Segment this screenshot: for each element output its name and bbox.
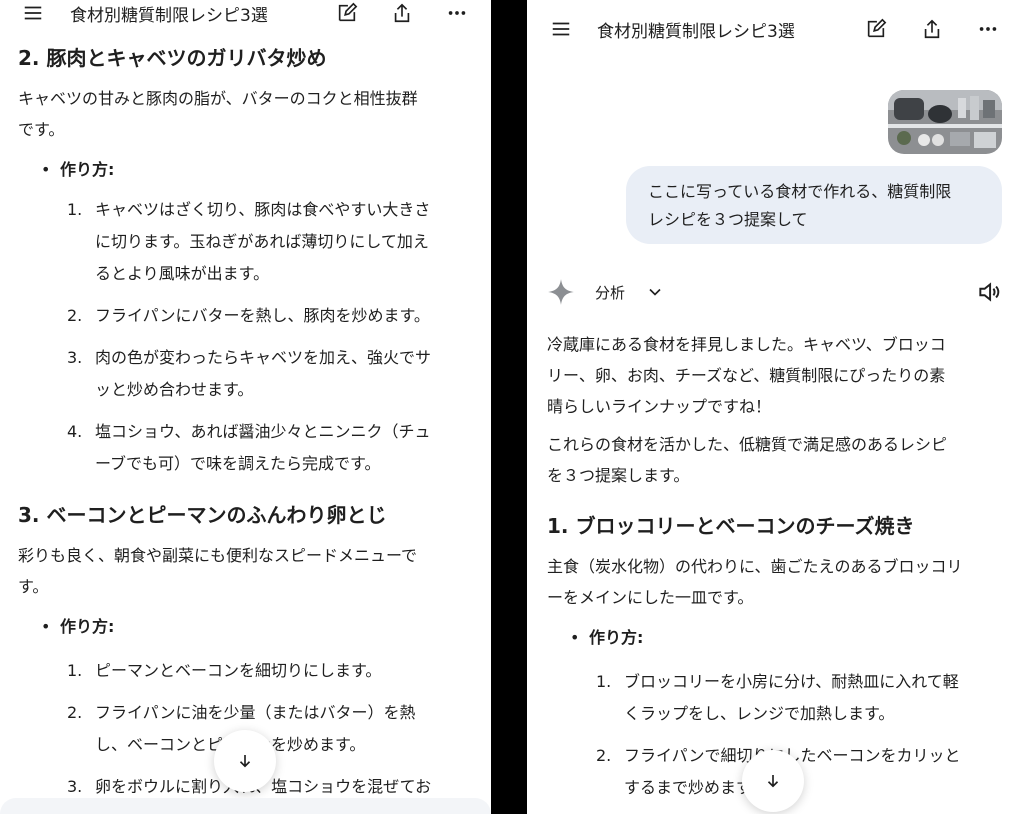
step-line: フライパンにバターを熱し、豚肉を炒めます。 [95, 306, 430, 325]
step-number: 1. [67, 661, 83, 680]
intro-line: を３つ提案します。 [547, 466, 690, 485]
left-response-content: 2. 豚肉とキャベツのガリバタ炒め キャベツの甘みと豚肉の脂が、バターのコクと相… [18, 43, 473, 803]
step-line: ーブでも可）で味を調えたら完成です。 [95, 454, 381, 473]
menu-icon [24, 6, 42, 20]
steps-list: 1. キャベツはざく切り、豚肉は食べやすい大きさ に切ります。玉ねぎがあれば薄切… [67, 194, 473, 480]
arrow-down-icon [239, 755, 251, 768]
more-icon [979, 27, 997, 31]
recipe-description: キャベツの甘みと豚肉の脂が、バターのコクと相性抜群 です。 [18, 83, 473, 145]
step-line: キャベツはざく切り、豚肉は食べやすい大きさ [95, 200, 431, 219]
steps-list: 1. ブロッコリーを小房に分け、耐熱皿に入れて軽 くラップをし、レンジで加熱しま… [596, 666, 1002, 804]
analysis-label: 分析 [595, 283, 626, 302]
share-icon [394, 3, 410, 23]
step-line: に切ります。玉ねぎがあれば薄切りにして加え [95, 232, 429, 251]
right-top-bar: 食材別糖質制限レシピ3選 [527, 4, 1024, 54]
step-item: 4. 塩コショウ、あれば醤油少々とニンニク（チュ ーブでも可）で味を調えたら完成… [67, 416, 473, 480]
recipe-description: 彩りも良く、朝食や副菜にも便利なスピードメニューで す。 [18, 540, 473, 602]
step-line: し、ベーコンとピーマンを炒めます。 [95, 729, 473, 761]
gemini-sparkle-icon [548, 279, 574, 305]
intro-line: これらの食材を活かした、低糖質で満足感のあるレシピ [547, 435, 948, 454]
recipe-heading: 3. ベーコンとピーマンのふんわり卵とじ [18, 503, 387, 527]
description-line: 彩りも良く、朝食や副菜にも便利なスピードメニューで [18, 546, 418, 565]
share-button[interactable] [384, 0, 420, 31]
howto-label: 作り方: [570, 624, 1002, 652]
scroll-to-bottom-button[interactable] [214, 730, 276, 792]
step-line: ピーマンとベーコンを細切りにします。 [95, 661, 382, 680]
steps-list: 1. ピーマンとベーコンを細切りにします。 2. フライパンに油を少量（またはバ… [67, 655, 473, 803]
right-chat-panel: 食材別糖質制限レシピ3選 ここに写っている食材で作れる、糖質制限 レシピを３つ提… [527, 0, 1024, 814]
user-message-line: レシピを３つ提案して [648, 210, 808, 229]
analysis-dropdown[interactable]: 分析 [575, 282, 665, 303]
description-line: キャベツの甘みと豚肉の脂が、バターのコクと相性抜群 [18, 89, 418, 108]
chevron-down-icon [649, 288, 661, 296]
step-number: 1. [67, 200, 83, 219]
step-number: 1. [596, 672, 612, 691]
step-line: するまで炒めます。 [624, 778, 767, 797]
description-line: 主食（炭水化物）の代わりに、歯ごたえのあるブロッコリ [547, 557, 963, 576]
uploaded-fridge-image[interactable] [888, 90, 1002, 154]
step-line: ッと炒め合わせます。 [95, 380, 254, 399]
model-response: 冷蔵庫にある食材を拝見しました。キャベツ、ブロッコ リー、卵、お肉、チーズなど、… [547, 329, 1002, 804]
step-number: 4. [67, 422, 83, 441]
more-options-button[interactable] [970, 11, 1006, 47]
speaker-icon[interactable] [976, 279, 1002, 305]
step-item: 2. フライパンにバターを熱し、豚肉を炒めます。 [67, 300, 473, 332]
step-item: 2. フライパンに油を少量（またはバター）を熱 し、ベーコンとピーマンを炒めます… [67, 697, 473, 761]
recipe-description: 主食（炭水化物）の代わりに、歯ごたえのあるブロッコリ ーをメインにした一皿です。 [547, 551, 1002, 613]
share-button[interactable] [914, 11, 950, 47]
step-item: 1. キャベツはざく切り、豚肉は食べやすい大きさ に切ります。玉ねぎがあれば薄切… [67, 194, 473, 290]
left-top-bar: 食材別糖質制限レシピ3選 [0, 0, 491, 38]
edit-icon [338, 2, 358, 22]
step-item: 2. フライパンで細切りにしたベーコンをカリッと するまで炒めます。 [596, 740, 1002, 804]
input-area-edge [0, 798, 491, 814]
step-number: 2. [67, 703, 83, 722]
user-message-line: ここに写っている食材で作れる、糖質制限 [648, 182, 952, 201]
step-line: 肉の色が変わったらキャベツを加え、強火でサ [95, 348, 432, 367]
menu-button[interactable] [543, 11, 579, 47]
step-item: 3. 肉の色が変わったらキャベツを加え、強火でサ ッと炒め合わせます。 [67, 342, 473, 406]
step-number: 3. [67, 348, 83, 367]
intro-line: 晴らしいラインナップですね！ [547, 397, 772, 416]
intro-line: リー、卵、お肉、チーズなど、糖質制限にぴったりの素 [547, 366, 946, 385]
recipe-heading: 2. 豚肉とキャベツのガリバタ炒め [18, 46, 327, 70]
edit-icon [867, 18, 887, 38]
recipe-heading: 1. ブロッコリーとベーコンのチーズ焼き [547, 514, 915, 538]
more-icon [448, 11, 466, 15]
user-message-bubble: ここに写っている食材で作れる、糖質制限 レシピを３つ提案して [626, 166, 1002, 244]
step-number: 2. [596, 746, 612, 765]
scroll-to-bottom-button[interactable] [742, 750, 804, 812]
analysis-toggle-row: 分析 [547, 277, 1002, 307]
step-line: フライパンに油を少量（またはバター）を熱 [95, 703, 416, 722]
share-icon [924, 19, 940, 39]
step-item: 1. ブロッコリーを小房に分け、耐熱皿に入れて軽 くラップをし、レンジで加熱しま… [596, 666, 1002, 730]
description-line: ーをメインにした一皿です。 [547, 588, 754, 607]
step-item: 1. ピーマンとベーコンを細切りにします。 [67, 655, 473, 687]
left-chat-panel: 食材別糖質制限レシピ3選 2. 豚肉とキャベツのガリバタ炒め キャベツの甘みと豚… [0, 0, 491, 814]
intro-line: 冷蔵庫にある食材を拝見しました。キャベツ、ブロッコ [547, 335, 946, 354]
description-line: です。 [18, 120, 65, 139]
howto-label: 作り方: [41, 613, 473, 641]
step-line: フライパンで細切りにしたベーコンをカリッと [624, 746, 961, 765]
description-line: す。 [18, 577, 49, 596]
chat-title: 食材別糖質制限レシピ3選 [597, 21, 795, 42]
intro-paragraph: 冷蔵庫にある食材を拝見しました。キャベツ、ブロッコ リー、卵、お肉、チーズなど、… [547, 329, 1002, 422]
step-line: るとより風味が出ます。 [95, 264, 270, 283]
step-number: 2. [67, 306, 83, 325]
new-chat-button[interactable] [858, 11, 894, 47]
step-line: ブロッコリーを小房に分け、耐熱皿に入れて軽 [624, 672, 959, 691]
new-chat-button[interactable] [329, 0, 365, 31]
howto-label: 作り方: [41, 156, 473, 184]
step-line: 塩コショウ、あれば醤油少々とニンニク（チュ [95, 422, 431, 441]
arrow-down-icon [767, 775, 779, 788]
menu-button[interactable] [15, 0, 51, 31]
more-options-button[interactable] [439, 0, 475, 31]
step-line: くラップをし、レンジで加熱します。 [624, 704, 895, 723]
right-conversation: ここに写っている食材で作れる、糖質制限 レシピを３つ提案して 分析 冷蔵庫にある… [547, 88, 1002, 808]
fridge-photo [888, 90, 1002, 154]
menu-icon [552, 22, 570, 36]
chat-title: 食材別糖質制限レシピ3選 [70, 5, 268, 26]
intro-paragraph: これらの食材を活かした、低糖質で満足感のあるレシピ を３つ提案します。 [547, 429, 1002, 491]
